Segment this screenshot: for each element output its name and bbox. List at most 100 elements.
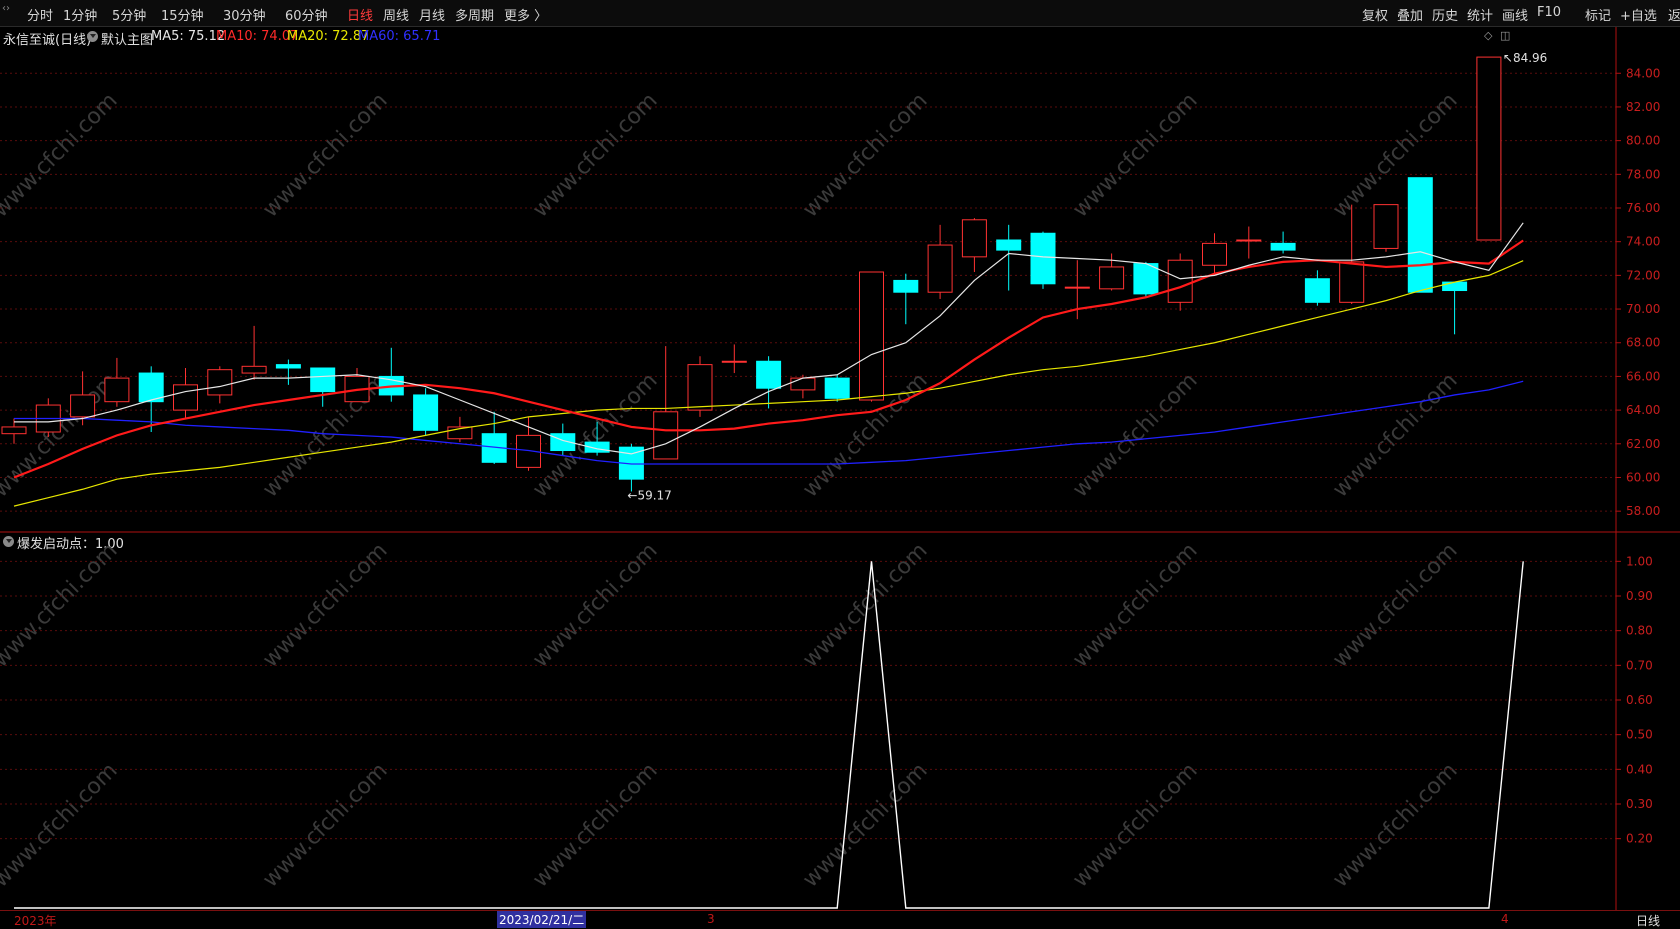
watermark-text: www.cfchi.com [1328,368,1462,502]
candle [550,423,576,456]
main-tick-label: 78.00 [1626,167,1660,181]
candle-body [756,360,782,389]
watermark-text: www.cfchi.com [1328,88,1462,222]
candle-body [1476,56,1502,241]
period-label[interactable]: 日线 [1636,912,1660,929]
kline-chart-svg[interactable]: www.cfchi.com www.cfchi.com www.cfchi.com w… [0,0,1680,927]
watermark-text: www.cfchi.com [528,538,662,672]
ind-tick-label: 0.40 [1626,762,1653,776]
candle-body [104,377,130,403]
watermark-text: www.cfchi.com [258,88,392,222]
watermark-text: www.cfchi.com [1068,88,1202,222]
candle [1476,56,1502,241]
low-price-label: ←59.17 [627,488,671,502]
candle-body [275,364,301,369]
ind-tick-label: 0.80 [1626,624,1653,638]
candle-body [1202,242,1227,266]
watermark-text: www.cfchi.com [1068,758,1202,892]
main-tick-label: 76.00 [1626,201,1660,215]
candle-body [927,244,953,293]
candle [1030,231,1056,289]
watermark-text: www.cfchi.com [528,88,662,222]
candle-body [1167,259,1193,303]
candle [481,411,507,464]
candle [756,356,782,409]
candle [1442,281,1468,335]
watermark-text: www.cfchi.com [1328,758,1462,892]
candle-body [413,394,439,431]
ind-tick-label: 1.00 [1626,554,1653,568]
candle [1099,253,1125,291]
candle [653,346,679,460]
candle [1167,253,1193,311]
main-tick-label: 72.00 [1626,268,1660,282]
candle-body [653,411,679,460]
candle-body [1270,242,1296,251]
candle-body [1,426,27,435]
ind-tick-label: 0.70 [1626,658,1653,672]
candle-body [687,364,713,411]
main-tick-label: 58.00 [1626,504,1660,518]
candle-body [961,219,987,258]
candle-body [1064,286,1090,289]
candle [344,368,370,403]
main-tick-label: 80.00 [1626,134,1660,148]
watermark-text: www.cfchi.com [258,538,392,672]
watermark-text: www.cfchi.com [528,758,662,892]
ind-tick-label: 0.90 [1626,589,1653,603]
candle [35,398,61,438]
watermark-text: www.cfchi.com [0,758,123,892]
watermark-text: www.cfchi.com [0,88,123,222]
watermark-text: www.cfchi.com [798,88,932,222]
main-tick-label: 82.00 [1626,100,1660,114]
watermark-text: www.cfchi.com [1068,538,1202,672]
main-tick-label: 62.00 [1626,437,1660,451]
candle [241,325,267,380]
candle [104,357,130,407]
candle-body [790,377,816,391]
month-3-label: 3 [707,912,715,926]
candle [927,224,953,299]
ind-tick-label: 0.60 [1626,693,1653,707]
candle-body [859,271,884,401]
candle-body [893,279,919,293]
candle [1236,226,1262,259]
candle [516,416,541,471]
candle-body [1339,261,1365,303]
candle-body [310,367,336,393]
main-tick-label: 84.00 [1626,66,1660,80]
ind-tick-label: 0.50 [1626,728,1653,742]
candle [824,374,850,402]
candle-body [207,369,233,396]
candle [893,273,919,325]
candle-body [1373,204,1399,249]
candle-body [241,365,267,374]
candle [378,347,404,402]
candle-body [1133,263,1159,295]
candle-body [1030,232,1056,285]
main-tick-label: 70.00 [1626,302,1660,316]
main-tick-label: 60.00 [1626,470,1660,484]
candle [961,218,987,272]
candle [70,371,96,426]
watermark-text: www.cfchi.com [1328,538,1462,672]
year-label: 2023年 [14,914,57,928]
candle [1407,177,1433,293]
candle-body [824,377,850,399]
watermark-text: www.cfchi.com [258,758,392,892]
high-price-label: ↖84.96 [1503,51,1547,65]
candle [1373,204,1399,252]
candle [447,416,473,443]
candle [310,367,336,407]
ind-tick-label: 0.20 [1626,832,1653,846]
candle [859,271,884,402]
candle [1270,231,1296,254]
candle-body [1236,239,1262,242]
date-axis-bar: 2023年 2023/02/21/二 3 4 日线 [0,910,1680,928]
candle [1202,233,1227,274]
watermark-text: www.cfchi.com [798,758,932,892]
candle [996,224,1022,291]
watermark-layer: www.cfchi.com www.cfchi.com www.cfchi.com w… [0,88,1463,892]
watermark-text: www.cfchi.com [798,538,932,672]
candle [721,344,747,374]
